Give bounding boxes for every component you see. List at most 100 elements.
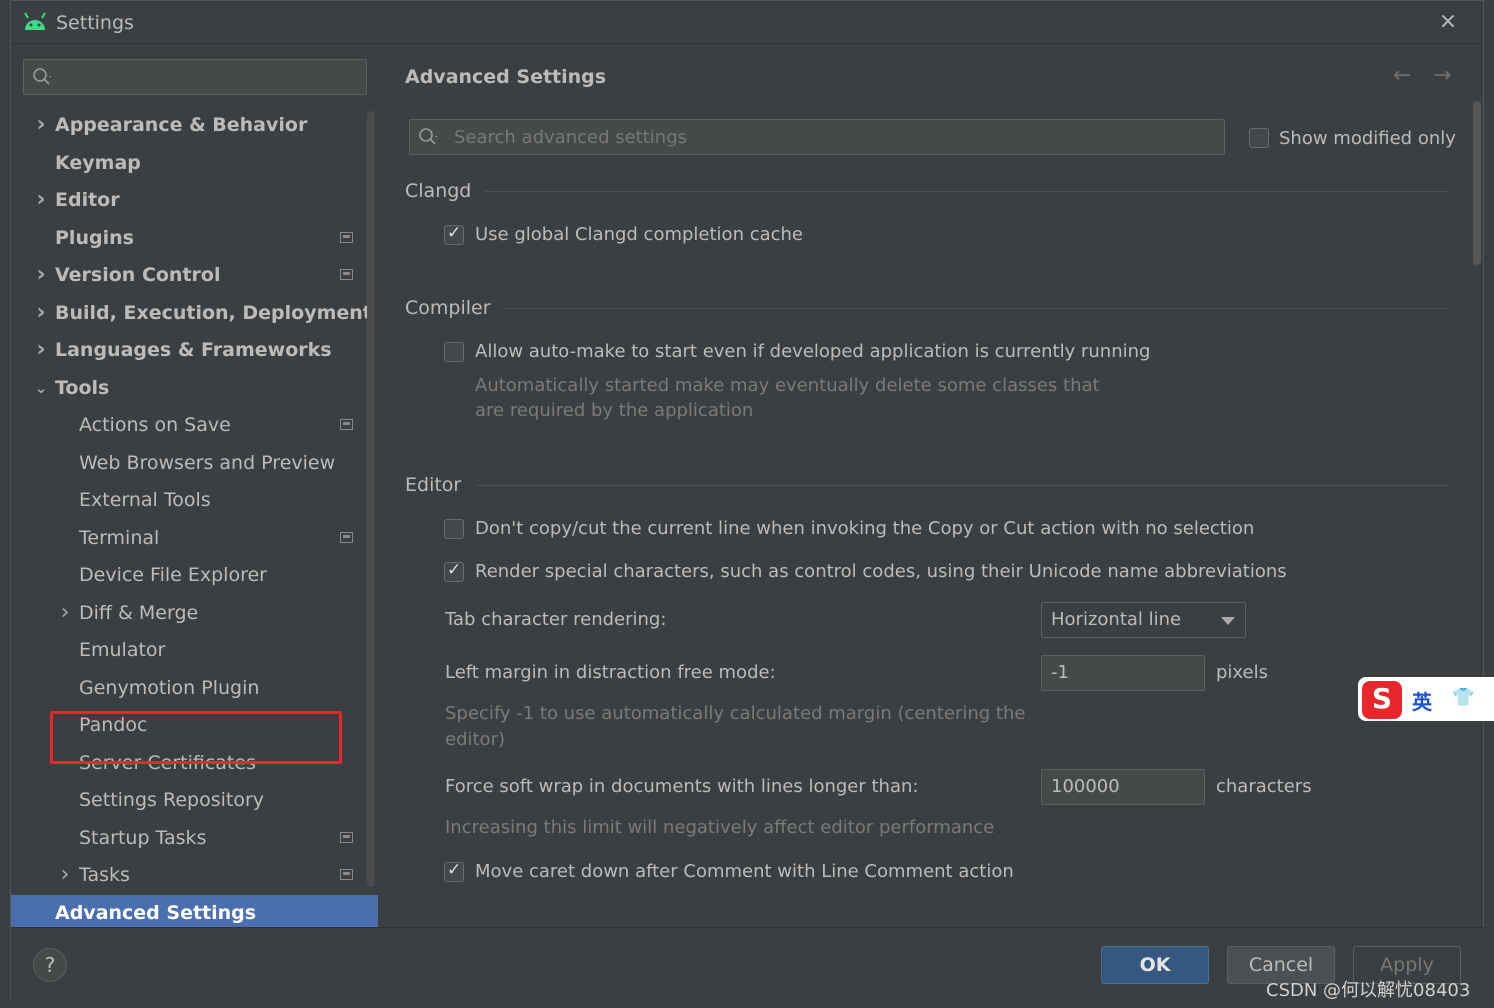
sidebar-item-tasks[interactable]: › Tasks xyxy=(11,857,378,893)
close-icon[interactable]: × xyxy=(1435,9,1461,35)
render-special-chars-checkbox[interactable] xyxy=(444,560,464,582)
render-special-chars-label: Render special characters, such as contr… xyxy=(475,561,1287,582)
caret-down-checkbox[interactable] xyxy=(444,860,464,882)
sidebar-search-input[interactable] xyxy=(23,59,367,95)
auto-make-hint-line-2: are required by the application xyxy=(475,400,754,421)
sidebar-item-label: Diff & Merge xyxy=(79,601,199,624)
project-scope-icon xyxy=(340,269,353,280)
chevron-right-icon[interactable]: › xyxy=(33,295,49,331)
soft-wrap-input[interactable]: 100000 xyxy=(1041,769,1205,805)
help-button[interactable]: ? xyxy=(33,948,67,982)
sidebar-item-advanced-settings[interactable]: Advanced Settings xyxy=(11,894,378,931)
tab-rendering-label: Tab character rendering: xyxy=(445,609,667,630)
sidebar-item-startup-tasks[interactable]: Startup Tasks xyxy=(11,820,378,856)
left-margin-hint-line-2: editor) xyxy=(445,729,505,750)
window-title: Settings xyxy=(56,12,134,34)
chevron-down-icon[interactable]: ⌄ xyxy=(33,370,49,406)
ime-logo-icon: S xyxy=(1362,681,1402,719)
sidebar-item-emulator[interactable]: Emulator xyxy=(11,632,378,668)
settings-sidebar: › Appearance & Behavior Keymap › Editor Plugi… xyxy=(11,45,378,931)
chevron-right-icon[interactable]: › xyxy=(57,595,73,631)
sidebar-item-web-browsers-and-preview[interactable]: Web Browsers and Preview xyxy=(11,445,378,481)
chevron-right-icon[interactable]: › xyxy=(33,107,49,143)
tab-rendering-dropdown[interactable]: Horizontal line xyxy=(1041,602,1246,638)
content-scrollbar[interactable] xyxy=(1473,101,1481,265)
sidebar-item-label: Device File Explorer xyxy=(79,564,267,586)
skin-icon[interactable]: 👕 xyxy=(1452,687,1474,708)
sidebar-item-version-control[interactable]: › Version Control xyxy=(11,257,378,293)
sidebar-item-label: Tasks xyxy=(79,864,130,886)
advanced-search-input[interactable] xyxy=(454,124,1214,150)
sidebar-item-diff-merge[interactable]: › Diff & Merge xyxy=(11,595,378,631)
sidebar-item-label: Build, Execution, Deployment xyxy=(55,301,372,324)
sidebar-item-label: Emulator xyxy=(79,639,166,661)
project-scope-icon xyxy=(340,531,353,543)
chevron-right-icon[interactable]: › xyxy=(33,257,49,293)
sidebar-item-label: Keymap xyxy=(55,151,141,174)
global-clangd-cache-label: Use global Clangd completion cache xyxy=(475,224,803,245)
auto-make-hint-line-1: Automatically started make may eventuall… xyxy=(475,375,1100,396)
page-title: Advanced Settings xyxy=(405,66,607,88)
chevron-right-icon[interactable]: › xyxy=(57,857,73,893)
sidebar-item-label: Startup Tasks xyxy=(79,826,207,849)
no-copy-line-label: Don't copy/cut the current line when inv… xyxy=(475,518,1255,539)
settings-content: Advanced Settings ← → Show modified only… xyxy=(379,45,1483,927)
section-editor-title: Editor xyxy=(405,474,462,496)
sidebar-item-label: Pandoc xyxy=(79,714,148,736)
project-scope-icon xyxy=(340,419,353,430)
left-margin-input[interactable]: -1 xyxy=(1041,655,1205,691)
auto-make-checkbox[interactable] xyxy=(444,342,464,362)
soft-wrap-unit: characters xyxy=(1216,776,1312,797)
sidebar-item-label: Editor xyxy=(55,189,120,211)
tab-rendering-value: Horizontal line xyxy=(1051,609,1182,630)
caret-down-label: Move caret down after Comment with Line … xyxy=(475,861,1014,882)
ime-toolbar[interactable]: S 英 👕 xyxy=(1358,677,1494,721)
soft-wrap-value: 100000 xyxy=(1051,776,1120,797)
sidebar-item-server-certificates[interactable]: Server Certificates xyxy=(11,745,378,781)
sidebar-item-keymap[interactable]: Keymap xyxy=(11,145,378,181)
sidebar-item-tools[interactable]: ⌄ Tools xyxy=(11,370,378,406)
sidebar-item-label: Web Browsers and Preview xyxy=(79,451,336,474)
auto-make-label: Allow auto-make to start even if develop… xyxy=(475,341,1151,362)
sidebar-item-languages-frameworks[interactable]: › Languages & Frameworks xyxy=(11,332,378,368)
project-scope-icon xyxy=(340,869,353,880)
left-margin-unit: pixels xyxy=(1216,662,1268,683)
back-arrow-icon[interactable]: ← xyxy=(1393,63,1411,88)
sidebar-scrollbar[interactable] xyxy=(367,111,375,887)
project-scope-icon xyxy=(340,831,353,843)
sidebar-item-label: Appearance & Behavior xyxy=(55,114,308,136)
sidebar-item-label: Terminal xyxy=(79,526,160,549)
sidebar-item-genymotion-plugin[interactable]: Genymotion Plugin xyxy=(11,670,378,706)
forward-arrow-icon[interactable]: → xyxy=(1433,63,1451,88)
sidebar-item-appearance-behavior[interactable]: › Appearance & Behavior xyxy=(11,107,378,143)
no-copy-line-checkbox[interactable] xyxy=(444,519,464,539)
chevron-right-icon[interactable]: › xyxy=(33,332,49,368)
chevron-down-icon xyxy=(1221,617,1235,625)
sidebar-item-pandoc[interactable]: Pandoc xyxy=(11,707,378,743)
ime-language-toggle[interactable]: 英 xyxy=(1412,686,1432,715)
chevron-right-icon[interactable]: › xyxy=(33,182,49,218)
sidebar-item-label: Tools xyxy=(55,376,110,399)
sidebar-item-actions-on-save[interactable]: Actions on Save xyxy=(11,407,378,443)
sidebar-item-plugins[interactable]: Plugins xyxy=(11,220,378,256)
sidebar-item-label: Plugins xyxy=(55,226,134,249)
section-compiler-title: Compiler xyxy=(405,297,491,319)
advanced-search-field xyxy=(409,119,1225,155)
global-clangd-cache-checkbox[interactable] xyxy=(444,223,464,245)
sidebar-item-label: Settings Repository xyxy=(79,789,264,811)
project-scope-icon xyxy=(340,231,353,243)
dialog-footer: ? OK Cancel Apply xyxy=(11,927,1485,1003)
sidebar-item-external-tools[interactable]: External Tools xyxy=(11,482,378,518)
sidebar-item-label: Version Control xyxy=(55,264,221,286)
ok-button[interactable]: OK xyxy=(1101,946,1209,984)
show-modified-label: Show modified only xyxy=(1279,128,1456,149)
sidebar-item-device-file-explorer[interactable]: Device File Explorer xyxy=(11,557,378,593)
sidebar-item-build-execution-deployment[interactable]: › Build, Execution, Deployment xyxy=(11,295,378,331)
show-modified-checkbox[interactable] xyxy=(1249,128,1269,148)
sidebar-item-editor[interactable]: › Editor xyxy=(11,182,378,218)
left-margin-value: -1 xyxy=(1051,662,1069,683)
sidebar-item-terminal[interactable]: Terminal xyxy=(11,520,378,556)
sidebar-item-settings-repository[interactable]: Settings Repository xyxy=(11,782,378,818)
sidebar-item-label: External Tools xyxy=(79,489,211,511)
search-icon xyxy=(419,128,438,145)
